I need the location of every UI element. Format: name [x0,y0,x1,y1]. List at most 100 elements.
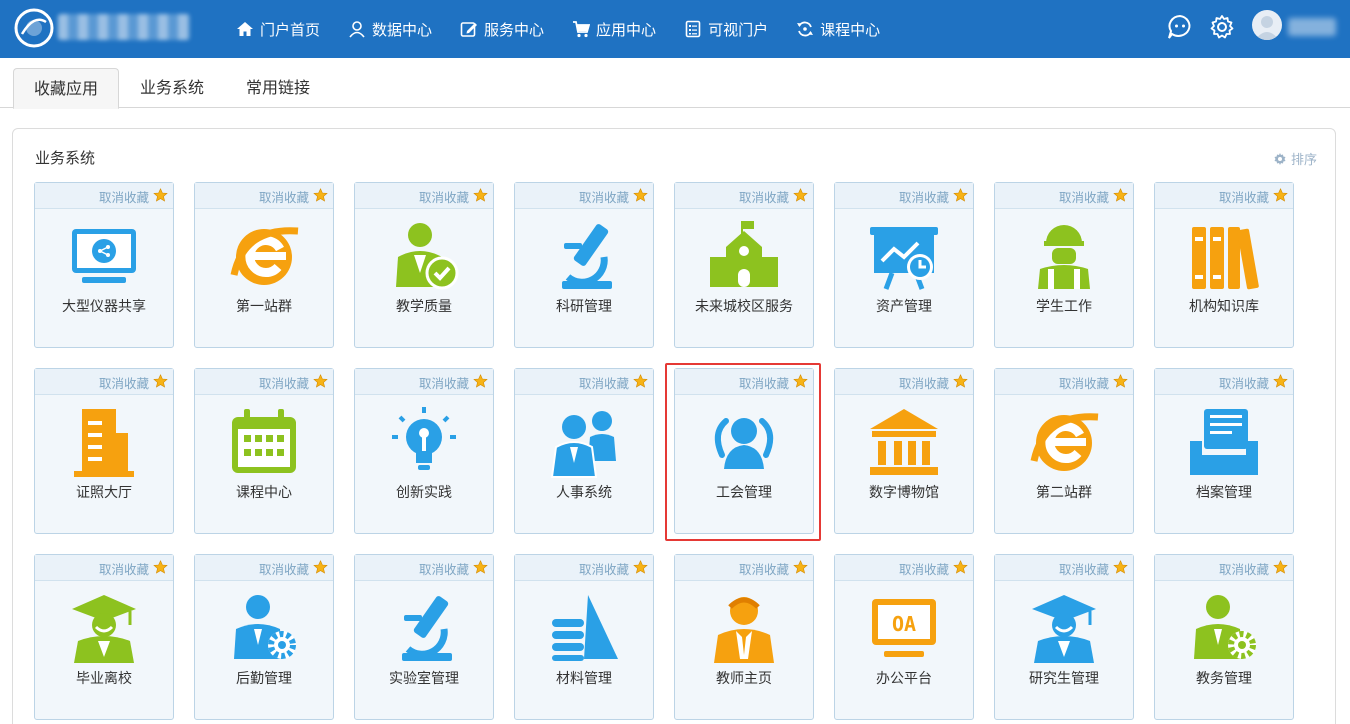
star-icon[interactable] [793,188,808,203]
unfavorite-link[interactable]: 取消收藏 [579,187,629,206]
unfavorite-link[interactable]: 取消收藏 [259,373,309,392]
star-icon[interactable] [633,374,648,389]
app-card[interactable]: 取消收藏 创新实践 [354,368,494,534]
app-card[interactable]: 取消收藏后勤管理 [194,554,334,720]
app-card[interactable]: 取消收藏 教学质量 [354,182,494,348]
tab-common-links[interactable]: 常用链接 [236,68,320,108]
star-icon[interactable] [1113,560,1128,575]
university-logo-icon[interactable] [14,8,54,48]
tab-bar: 收藏应用 业务系统 常用链接 [0,58,1350,109]
app-card[interactable]: 取消收藏 未来城校区服务 [674,182,814,348]
cart-icon [573,21,591,38]
unfavorite-link[interactable]: 取消收藏 [899,373,949,392]
unfavorite-link[interactable]: 取消收藏 [1059,187,1109,206]
app-card[interactable]: 取消收藏 工会管理 [674,368,814,534]
nav-item-course-center[interactable]: 课程中心 [796,19,880,40]
unfavorite-link[interactable]: 取消收藏 [1219,373,1269,392]
unfavorite-link[interactable]: 取消收藏 [99,373,149,392]
app-card-label: 大型仪器共享 [62,299,146,315]
star-icon[interactable] [1113,374,1128,389]
unfavorite-link[interactable]: 取消收藏 [99,187,149,206]
app-card[interactable]: 取消收藏 材料管理 [514,554,654,720]
star-icon[interactable] [1113,188,1128,203]
app-card[interactable]: 取消收藏 机构知识库 [1154,182,1294,348]
star-icon[interactable] [153,560,168,575]
gear-icon[interactable] [1208,13,1236,41]
svg-text:OA: OA [892,612,916,636]
app-card[interactable]: 取消收藏 第一站群 [194,182,334,348]
app-card-label: 科研管理 [556,299,612,315]
app-card[interactable]: 取消收藏 实验室管理 [354,554,494,720]
app-card[interactable]: 取消收藏大型仪器共享 [34,182,174,348]
nav-item-data-center[interactable]: 数据中心 [348,19,432,40]
unfavorite-link[interactable]: 取消收藏 [1059,373,1109,392]
unfavorite-link[interactable]: 取消收藏 [739,187,789,206]
star-icon[interactable] [313,374,328,389]
star-icon[interactable] [313,560,328,575]
app-card-label: 后勤管理 [236,671,292,687]
ie-orange-icon [230,227,299,285]
unfavorite-link[interactable]: 取消收藏 [739,373,789,392]
star-icon[interactable] [633,188,648,203]
star-icon[interactable] [633,560,648,575]
app-card[interactable]: 取消收藏 证照大厅 [34,368,174,534]
nav-item-home[interactable]: 门户首页 [236,19,320,40]
app-card[interactable]: 取消收藏 人事系统 [514,368,654,534]
unfavorite-link[interactable]: 取消收藏 [419,559,469,578]
unfavorite-link[interactable]: 取消收藏 [419,373,469,392]
username-blurred[interactable] [1288,18,1336,36]
nav-item-app-center[interactable]: 应用中心 [572,19,656,40]
main-nav: 门户首页 数据中心 服务中心 应用中心 可视门户 课程中心 [236,0,908,58]
unfavorite-link[interactable]: 取消收藏 [899,187,949,206]
star-icon[interactable] [473,374,488,389]
unfavorite-link[interactable]: 取消收藏 [899,559,949,578]
star-icon[interactable] [953,560,968,575]
app-card[interactable]: 取消收藏 研究生管理 [994,554,1134,720]
app-card[interactable]: 取消收藏 OA 办公平台 [834,554,974,720]
sort-button[interactable]: 排序 [1273,149,1317,168]
unfavorite-link[interactable]: 取消收藏 [739,559,789,578]
nav-item-service-center[interactable]: 服务中心 [460,19,544,40]
tab-business-systems[interactable]: 业务系统 [130,68,214,108]
app-card[interactable]: 取消收藏课程中心 [194,368,334,534]
app-card[interactable]: 取消收藏 数字博物馆 [834,368,974,534]
app-card[interactable]: 取消收藏 学生工作 [994,182,1134,348]
star-icon[interactable] [313,188,328,203]
unfavorite-link[interactable]: 取消收藏 [99,559,149,578]
star-icon[interactable] [473,188,488,203]
star-icon[interactable] [953,374,968,389]
app-card[interactable]: 取消收藏 第二站群 [994,368,1134,534]
chat-bubble-icon[interactable] [1166,13,1194,41]
app-card-label: 课程中心 [236,485,292,501]
app-card[interactable]: 取消收藏 档案管理 [1154,368,1294,534]
app-card[interactable]: 取消收藏 教务管理 [1154,554,1294,720]
app-card[interactable]: 取消收藏科研管理 [514,182,654,348]
star-icon[interactable] [793,374,808,389]
unfavorite-link[interactable]: 取消收藏 [1059,559,1109,578]
avatar[interactable] [1252,10,1282,40]
unfavorite-link[interactable]: 取消收藏 [1219,187,1269,206]
monitor-share-icon [72,229,136,283]
star-icon[interactable] [153,188,168,203]
unfavorite-link[interactable]: 取消收藏 [259,559,309,578]
unfavorite-link[interactable]: 取消收藏 [579,373,629,392]
unfavorite-link[interactable]: 取消收藏 [1219,559,1269,578]
star-icon[interactable] [1273,560,1288,575]
star-icon[interactable] [1273,374,1288,389]
app-card[interactable]: 取消收藏毕业离校 [34,554,174,720]
unfavorite-link[interactable]: 取消收藏 [419,187,469,206]
teacher-check-icon [396,223,459,290]
unfavorite-link[interactable]: 取消收藏 [579,559,629,578]
app-card[interactable]: 取消收藏 资产管理 [834,182,974,348]
star-icon[interactable] [1273,188,1288,203]
star-icon[interactable] [953,188,968,203]
app-card-label: 毕业离校 [76,671,132,687]
star-icon[interactable] [793,560,808,575]
star-icon[interactable] [153,374,168,389]
nav-item-visual-portal[interactable]: 可视门户 [684,19,768,40]
tab-favorites[interactable]: 收藏应用 [13,68,119,109]
app-card[interactable]: 取消收藏 教师主页 [674,554,814,720]
star-icon[interactable] [473,560,488,575]
app-card-header: 取消收藏 [195,183,333,209]
unfavorite-link[interactable]: 取消收藏 [259,187,309,206]
